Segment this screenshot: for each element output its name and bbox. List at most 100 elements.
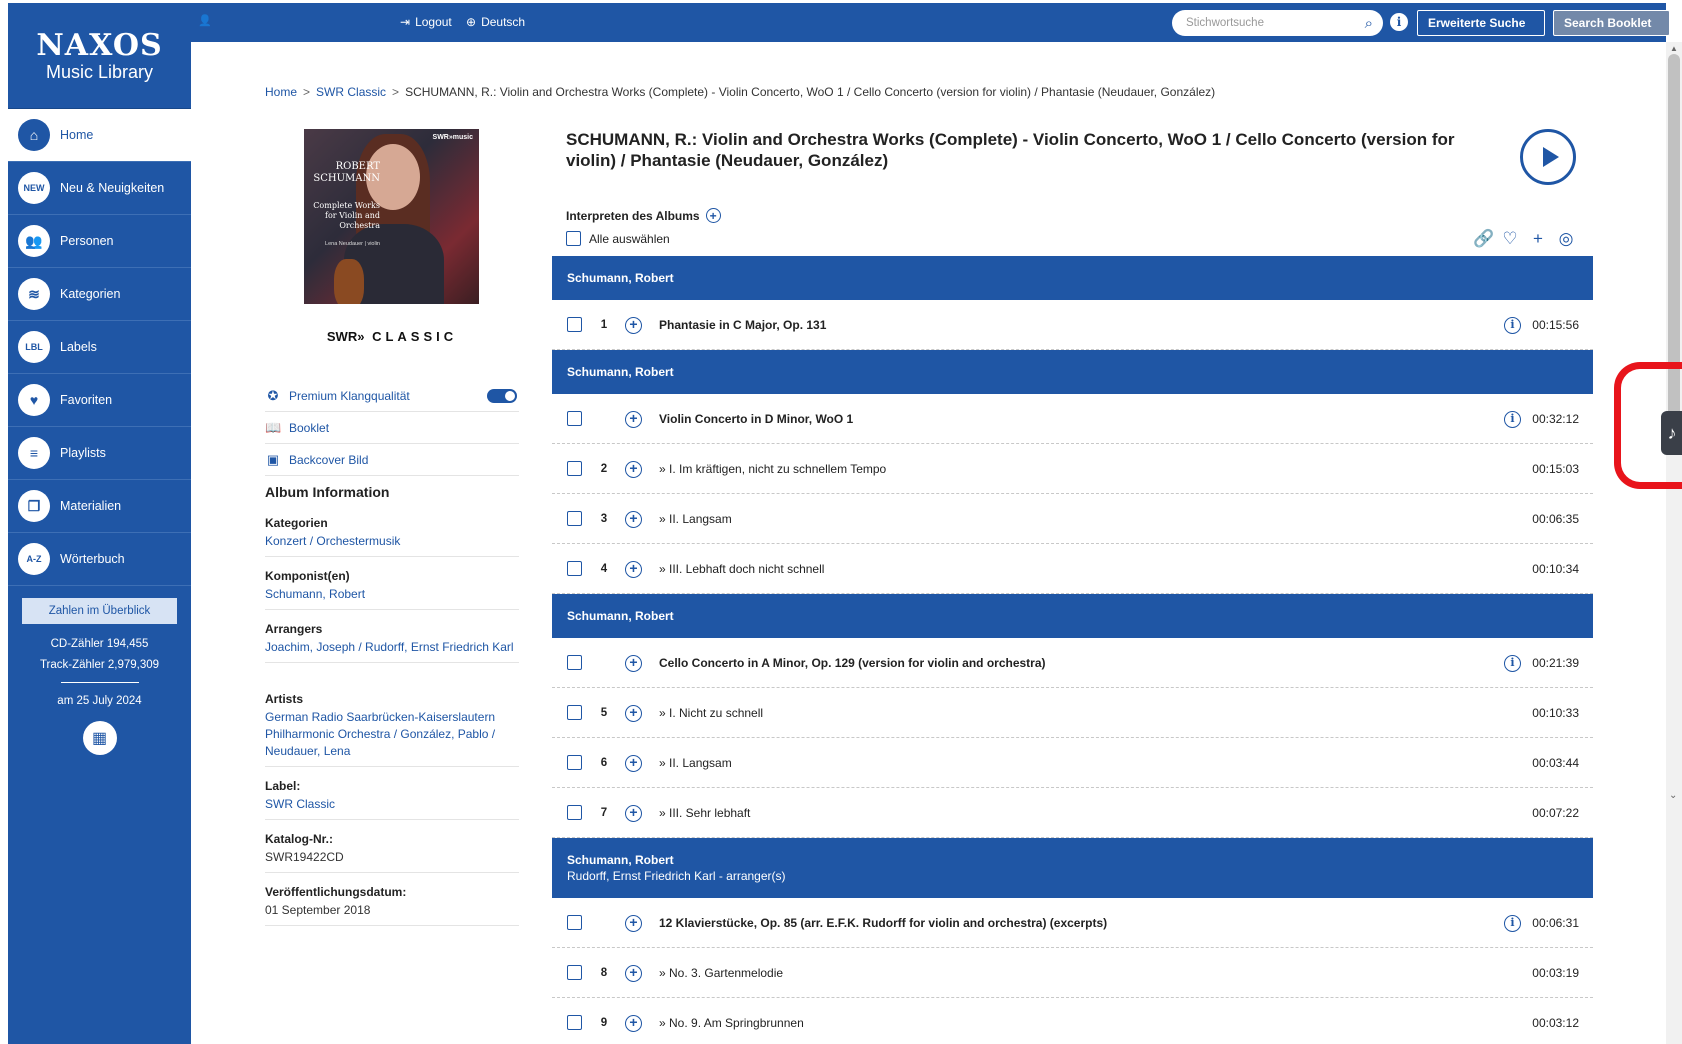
breadcrumb-label[interactable]: SWR Classic [316,85,386,99]
info-value-link[interactable]: Schumann, Robert [265,586,519,609]
track-checkbox[interactable] [567,317,582,332]
sidebar-item-favoriten[interactable]: ♥ Favoriten [8,374,191,427]
add-to-playlist-icon[interactable]: + [625,461,642,478]
track-row[interactable]: 4 + » III. Lebhaft doch nicht schnell 00:10… [552,544,1593,594]
stats-overview-button[interactable]: Zahlen im Überblick [22,598,177,624]
select-all-checkbox[interactable] [566,231,581,246]
work-row[interactable]: 1 + Phantasie in C Major, Op. 131 i 00:15:56 [552,300,1593,350]
scroll-up-icon[interactable]: ▲ [1670,44,1678,53]
work-row[interactable]: +12 Klavierstücke, Op. 85 (arr. E.F.K. R… [552,898,1593,948]
premium-quality-toggle[interactable] [487,389,517,403]
building-icon[interactable]: ▦ [82,721,117,755]
booklet-row[interactable]: 📖 Booklet [265,412,519,444]
backcover-label[interactable]: Backcover Bild [289,453,368,467]
add-icon[interactable]: + [1529,229,1547,249]
search-booklet-button[interactable]: Search Booklet [1553,10,1670,36]
add-to-playlist-icon[interactable]: + [625,755,642,772]
add-to-playlist-icon[interactable]: + [625,965,642,982]
track-title[interactable]: » No. 3. Gartenmelodie [659,966,783,980]
info-icon[interactable]: i [1504,411,1521,428]
track-title[interactable]: Cello Concerto in A Minor, Op. 129 (vers… [659,656,1046,670]
sidebar-item-neu-neuigkeiten[interactable]: NEW Neu & Neuigkeiten [8,162,191,215]
label-logo[interactable]: SWR» CLASSIC [265,329,519,344]
info-value-link[interactable]: Joachim, Joseph / Rudorff, Ernst Friedri… [265,639,519,662]
track-row[interactable]: 8 + » No. 3. Gartenmelodie 00:03:19 [552,948,1593,998]
add-to-playlist-icon[interactable]: + [625,561,642,578]
track-checkbox[interactable] [567,461,582,476]
info-icon[interactable]: i [1504,317,1521,334]
language-link[interactable]: ⊕ Deutsch [466,15,525,29]
track-row[interactable]: 7 + » III. Sehr lebhaft 00:07:22 [552,788,1593,838]
info-icon[interactable]: i [1390,13,1408,31]
add-to-playlist-icon[interactable]: + [625,411,642,428]
track-checkbox[interactable] [567,655,582,670]
expand-plus-icon[interactable]: + [705,208,721,223]
info-icon[interactable]: i [1504,655,1521,672]
work-row[interactable]: + Violin Concerto in D Minor, WoO 1 i 00:32… [552,394,1593,444]
info-value-link[interactable]: SWR Classic [265,796,519,819]
add-to-playlist-icon[interactable]: + [625,915,642,932]
track-checkbox[interactable] [567,561,582,576]
track-checkbox[interactable] [567,705,582,720]
album-cover[interactable]: SWR»music ROBERT SCHUMANN Complete Works… [304,129,479,304]
sidebar-item-personen[interactable]: 👥 Personen [8,215,191,268]
track-title[interactable]: » II. Langsam [659,756,732,770]
track-checkbox[interactable] [567,511,582,526]
sidebar-item-materialien[interactable]: ❐ Materialien [8,480,191,533]
backcover-row[interactable]: ▣ Backcover Bild [265,444,519,476]
track-row[interactable]: 9 + » No. 9. Am Springbrunnen 00:03:12 [552,998,1593,1044]
scroll-down-icon[interactable]: ⌄ [1669,790,1677,801]
info-icon[interactable]: i [1504,915,1521,932]
add-to-playlist-icon[interactable]: + [625,317,642,334]
sidebar-item-home[interactable]: ⌂ Home [8,109,191,162]
sidebar-item-playlists[interactable]: ≡ Playlists [8,427,191,480]
track-checkbox[interactable] [567,1015,582,1030]
add-to-playlist-icon[interactable]: + [625,705,642,722]
album-performers[interactable]: Interpreten des Albums + [566,208,721,223]
track-checkbox[interactable] [567,411,582,426]
add-to-playlist-icon[interactable]: + [625,655,642,672]
search-input[interactable] [1186,17,1365,29]
track-row[interactable]: 5 + » I. Nicht zu schnell 00:10:33 [552,688,1593,738]
add-to-playlist-icon[interactable]: + [625,1015,642,1032]
naxos-logo[interactable]: NAXOS Music Library [8,3,191,109]
sidebar-item-wörterbuch[interactable]: A-Z Wörterbuch [8,533,191,586]
breadcrumb-home[interactable]: Home [265,85,297,99]
booklet-label[interactable]: Booklet [289,421,329,435]
track-title[interactable]: » No. 9. Am Springbrunnen [659,1016,804,1030]
heart-outline-icon[interactable]: ♡ [1501,229,1519,249]
premium-quality-label[interactable]: Premium Klangqualität [289,389,410,403]
track-title[interactable]: » III. Lebhaft doch nicht schnell [659,562,824,576]
search-icon[interactable]: ⌕ [1365,15,1373,32]
link-icon[interactable]: 🔗 [1473,229,1494,249]
track-row[interactable]: 3 + » II. Langsam 00:06:35 [552,494,1593,544]
sidebar-item-kategorien[interactable]: ≋ Kategorien [8,268,191,321]
music-note-icon[interactable]: ♪ [1661,411,1682,455]
page-scrollbar[interactable]: ▲ ⌄ [1666,42,1682,1044]
track-title[interactable]: » I. Nicht zu schnell [659,706,763,720]
track-title[interactable]: » I. Im kräftigen, nicht zu schnellem Te… [659,462,886,476]
track-row[interactable]: 6 + » II. Langsam 00:03:44 [552,738,1593,788]
work-row[interactable]: + Cello Concerto in A Minor, Op. 129 (ver… [552,638,1593,688]
radio-icon[interactable]: ◎ [1557,229,1575,249]
track-title[interactable]: » II. Langsam [659,512,732,526]
sidebar-item-labels[interactable]: LBL Labels [8,321,191,374]
track-checkbox[interactable] [567,755,582,770]
info-value-link[interactable]: Konzert / Orchestermusik [265,533,519,556]
track-title[interactable]: Violin Concerto in D Minor, WoO 1 [659,412,853,426]
select-all[interactable]: Alle auswählen [566,231,670,246]
logout-link[interactable]: ⇥ Logout [400,15,452,29]
track-checkbox[interactable] [567,915,582,930]
play-album-button[interactable] [1520,129,1576,185]
advanced-search-button[interactable]: Erweiterte Suche [1417,10,1545,36]
info-value-link[interactable]: German Radio Saarbrücken-Kaiserslautern … [265,709,519,766]
add-to-playlist-icon[interactable]: + [625,805,642,822]
track-row[interactable]: 2 + » I. Im kräftigen, nicht zu schnellem … [552,444,1593,494]
track-title[interactable]: » III. Sehr lebhaft [659,806,750,820]
add-to-playlist-icon[interactable]: + [625,511,642,528]
track-title[interactable]: Phantasie in C Major, Op. 131 [659,318,826,332]
user-icon[interactable]: 👤 [198,14,212,27]
track-checkbox[interactable] [567,805,582,820]
track-checkbox[interactable] [567,965,582,980]
track-title[interactable]: 12 Klavierstücke, Op. 85 (arr. E.F.K. Ru… [659,916,1107,930]
